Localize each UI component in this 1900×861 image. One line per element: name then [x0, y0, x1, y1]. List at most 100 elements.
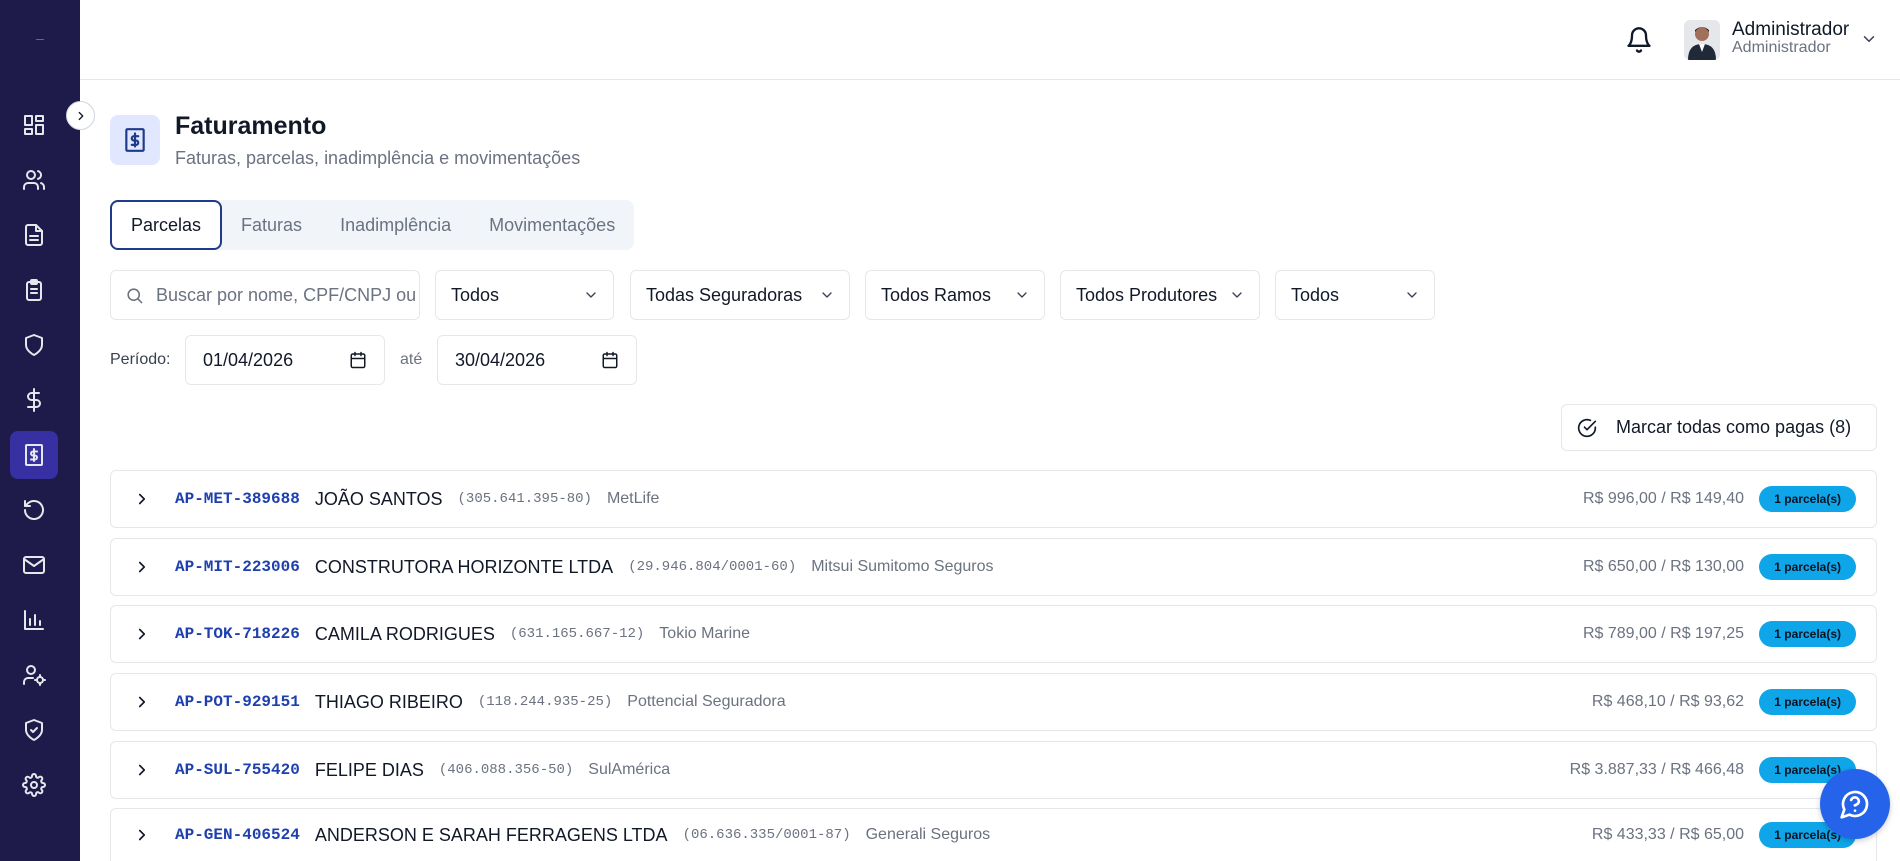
- status-select[interactable]: Todos: [435, 270, 614, 320]
- check-circle-icon: [1577, 418, 1597, 437]
- mail-icon: [23, 556, 45, 574]
- installments-badge: 1 parcela(s): [1759, 554, 1856, 580]
- sidebar-item-messages[interactable]: [10, 541, 58, 589]
- client-document: (406.088.356-50): [438, 762, 574, 778]
- logo: –: [36, 30, 44, 46]
- policy-code[interactable]: AP-MIT-223006: [175, 558, 300, 576]
- chevron-right-icon: [78, 111, 83, 120]
- mark-all-paid-label: Marcar todas como pagas (8): [1616, 417, 1852, 437]
- sidebar-item-dashboard[interactable]: [10, 101, 58, 149]
- branch-select-value: Todos Ramos: [881, 284, 992, 305]
- calendar-icon[interactable]: [349, 351, 367, 369]
- table-row[interactable]: AP-TOK-718226 CAMILA RODRIGUES (631.165.…: [110, 605, 1877, 663]
- sidebar-item-finance[interactable]: [10, 376, 58, 424]
- chart-icon: [24, 610, 44, 630]
- expand-row-button[interactable]: [133, 490, 151, 508]
- expand-row-button[interactable]: [133, 625, 151, 643]
- table-row[interactable]: AP-SUL-755420 FELIPE DIAS (406.088.356-5…: [110, 741, 1877, 799]
- history-icon: [24, 500, 44, 520]
- client-document: (631.165.667-12): [509, 626, 645, 642]
- client-name: CONSTRUTORA HORIZONTE LTDA: [314, 556, 614, 577]
- billing-icon: [125, 128, 145, 152]
- chevron-down-icon: [1232, 292, 1242, 298]
- chevron-down-icon: [822, 292, 832, 298]
- notifications-button[interactable]: [1625, 26, 1653, 54]
- policy-code[interactable]: AP-GEN-406524: [175, 826, 300, 844]
- tab-parcelas[interactable]: Parcelas: [110, 200, 223, 250]
- sidebar-toggle-button[interactable]: [66, 101, 95, 130]
- sidebar: –: [0, 0, 80, 861]
- installments-badge: 1 parcela(s): [1759, 621, 1856, 647]
- period-label: Período:: [110, 351, 171, 368]
- sidebar-item-settings[interactable]: [10, 761, 58, 809]
- tab-bar: Parcelas Faturas Inadimplência Movimenta…: [110, 200, 635, 250]
- to-label: até: [400, 351, 423, 368]
- document-icon: [25, 224, 43, 246]
- table-row[interactable]: AP-POT-929151 THIAGO RIBEIRO (118.244.93…: [110, 673, 1877, 731]
- installments-badge: 1 parcela(s): [1759, 689, 1856, 715]
- table-row[interactable]: AP-MIT-223006 CONSTRUTORA HORIZONTE LTDA…: [110, 538, 1877, 596]
- date-from-field[interactable]: 01/04/2026: [185, 335, 385, 385]
- branch-select[interactable]: Todos Ramos: [865, 270, 1045, 320]
- chevron-right-icon: [138, 493, 146, 505]
- expand-row-button[interactable]: [133, 761, 151, 779]
- policy-code[interactable]: AP-SUL-755420: [175, 761, 300, 779]
- user-menu-toggle[interactable]: [1860, 30, 1878, 53]
- client-name: FELIPE DIAS: [314, 759, 424, 780]
- extra-filter-select-value: Todos: [1291, 284, 1340, 305]
- date-to-value: 30/04/2026: [455, 349, 546, 370]
- row-amount: R$ 468,10 / R$ 93,62: [1591, 693, 1744, 710]
- status-select-value: Todos: [451, 284, 500, 305]
- sidebar-item-security[interactable]: [10, 706, 58, 754]
- sidebar-item-tasks[interactable]: [10, 266, 58, 314]
- producer-select-value: Todos Produtores: [1076, 284, 1218, 305]
- client-document: (29.946.804/0001-60): [628, 559, 797, 575]
- table-row[interactable]: AP-GEN-406524 ANDERSON E SARAH FERRAGENS…: [110, 808, 1877, 861]
- client-name: THIAGO RIBEIRO: [314, 691, 463, 712]
- calendar-icon[interactable]: [601, 351, 619, 369]
- chevron-right-icon: [138, 829, 146, 841]
- policy-code[interactable]: AP-MET-389688: [175, 490, 300, 508]
- gear-icon: [22, 773, 46, 797]
- row-amount: R$ 789,00 / R$ 197,25: [1582, 625, 1744, 642]
- expand-row-button[interactable]: [133, 693, 151, 711]
- insurer-select-value: Todas Seguradoras: [646, 284, 803, 305]
- date-to-field[interactable]: 30/04/2026: [437, 335, 637, 385]
- expand-row-button[interactable]: [133, 826, 151, 844]
- tab-movimentacoes[interactable]: Movimentações: [470, 200, 634, 250]
- policy-code[interactable]: AP-POT-929151: [175, 693, 300, 711]
- help-chat-button[interactable]: [1820, 769, 1890, 839]
- tab-faturas[interactable]: Faturas: [222, 200, 321, 250]
- policy-code[interactable]: AP-TOK-718226: [175, 625, 300, 643]
- search-icon: [127, 287, 143, 303]
- sidebar-item-users-admin[interactable]: [10, 651, 58, 699]
- dashboard-icon: [24, 115, 44, 135]
- client-name: JOÃO SANTOS: [314, 488, 443, 509]
- chevron-down-icon: [1863, 36, 1875, 42]
- chevron-right-icon: [138, 561, 146, 573]
- client-name: ANDERSON E SARAH FERRAGENS LTDA: [314, 824, 668, 845]
- bell-icon: [1627, 27, 1651, 53]
- user-name[interactable]: Administrador: [1732, 19, 1849, 41]
- billing-icon: [25, 444, 43, 466]
- insurer-select[interactable]: Todas Seguradoras: [630, 270, 850, 320]
- sidebar-item-documents[interactable]: [10, 211, 58, 259]
- sidebar-item-billing[interactable]: [10, 431, 58, 479]
- tab-inadimplencia[interactable]: Inadimplência: [321, 200, 470, 250]
- table-row[interactable]: AP-MET-389688 JOÃO SANTOS (305.641.395-8…: [110, 470, 1877, 528]
- extra-filter-select[interactable]: Todos: [1275, 270, 1435, 320]
- expand-row-button[interactable]: [133, 558, 151, 576]
- row-amount: R$ 3.887,33 / R$ 466,48: [1569, 761, 1744, 778]
- producer-select[interactable]: Todos Produtores: [1060, 270, 1260, 320]
- search-box: [110, 270, 420, 320]
- sidebar-item-reports[interactable]: [10, 596, 58, 644]
- sidebar-item-clients[interactable]: [10, 156, 58, 204]
- date-from-value: 01/04/2026: [203, 349, 294, 370]
- sidebar-item-policies[interactable]: [10, 321, 58, 369]
- mark-all-paid-button[interactable]: Marcar todas como pagas (8): [1561, 404, 1877, 451]
- shield-icon: [25, 334, 43, 356]
- chevron-right-icon: [138, 696, 146, 708]
- sidebar-item-renewals[interactable]: [10, 486, 58, 534]
- search-input[interactable]: [156, 284, 416, 306]
- avatar[interactable]: [1684, 20, 1720, 60]
